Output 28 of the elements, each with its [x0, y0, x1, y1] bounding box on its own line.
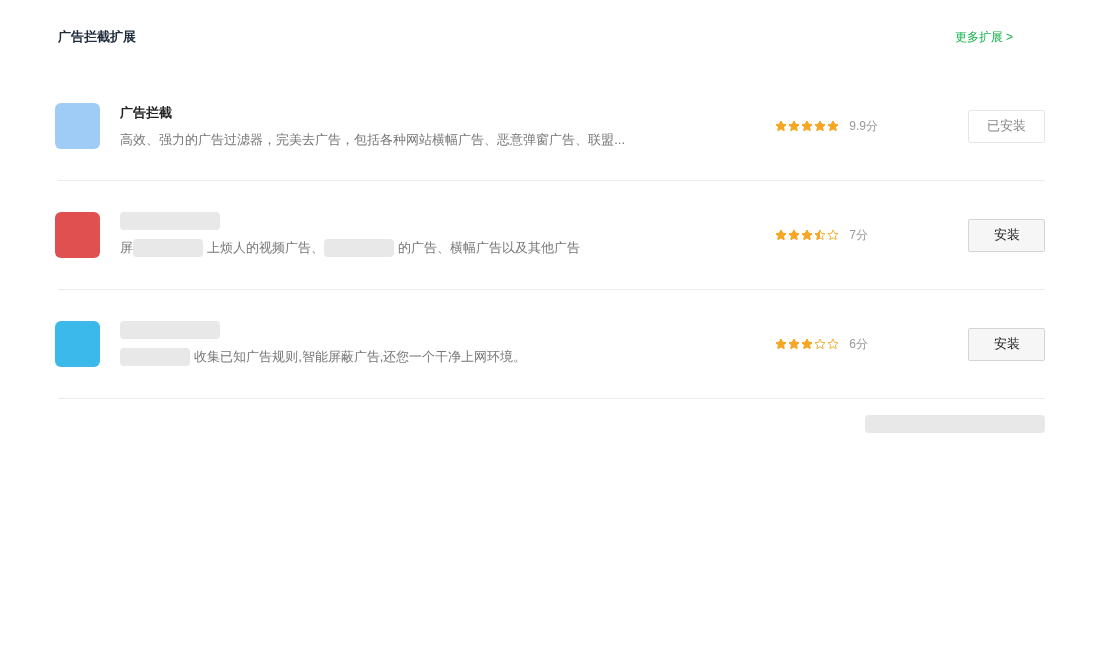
- star-icon: [775, 338, 788, 350]
- star-icon: [788, 229, 801, 241]
- extension-name: 广告拦截: [120, 103, 174, 122]
- star-icon: [814, 229, 827, 241]
- star-icon: [827, 338, 840, 350]
- rating-score: 6分: [849, 336, 869, 353]
- install-button[interactable]: 安装: [968, 327, 1045, 361]
- section-title: 广告拦截扩展: [58, 28, 136, 47]
- extension-description: 上烦人的视频广告、: [207, 239, 325, 258]
- star-icon: [801, 229, 814, 241]
- star-icon: [775, 120, 788, 132]
- star-icon: [827, 120, 840, 132]
- install-button[interactable]: 安装: [968, 218, 1045, 252]
- installed-button[interactable]: 已安装: [968, 109, 1045, 143]
- star-icon: [801, 338, 814, 350]
- star-icon: [775, 229, 788, 241]
- extension-description: 高效、强力的广告过滤器，完美去广告，包括各种网站横幅广告、恶意弹窗广告、联盟...: [120, 131, 626, 149]
- extension-description: 的广告、横幅广告以及其他广告: [398, 239, 581, 258]
- rating-score: 7分: [849, 227, 869, 244]
- star-icon: [801, 120, 814, 132]
- rating-score: 9.9分: [849, 118, 879, 135]
- star-icon: [788, 338, 801, 350]
- star-icon: [788, 120, 801, 132]
- star-icon: [827, 229, 840, 241]
- star-icon: [814, 120, 827, 132]
- extension-description: 收集已知广告规则,智能屏蔽广告,还您一个干净上网环境。: [194, 348, 527, 367]
- star-icon: [814, 338, 827, 350]
- extension-description: 屏: [120, 239, 134, 258]
